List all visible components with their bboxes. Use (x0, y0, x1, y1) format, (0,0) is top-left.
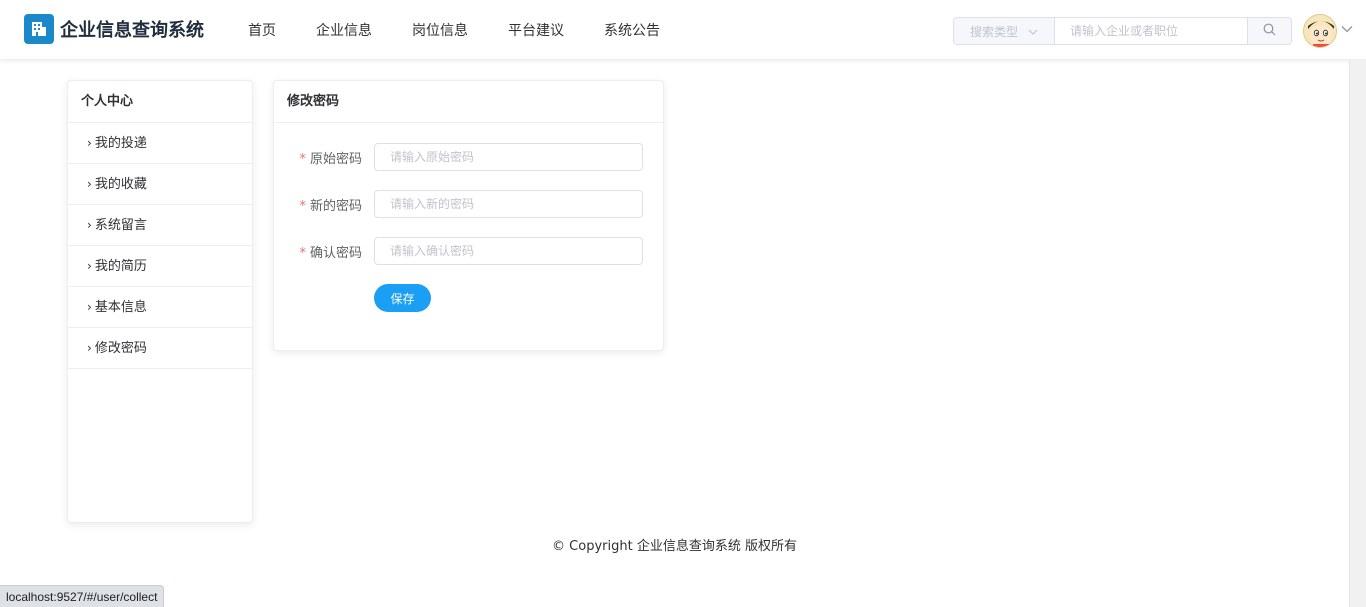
change-password-card: 修改密码 * 原始密码 * 新的密码 * 确认密码 保存 (273, 80, 664, 351)
building-icon (24, 14, 54, 44)
nav-item-companies[interactable]: 企业信息 (316, 20, 372, 40)
avatar-cartoon-icon (1304, 15, 1336, 47)
sidebar-item-favorites[interactable]: › 我的收藏 (68, 164, 252, 205)
confirm-password-field[interactable] (374, 237, 643, 265)
search-button[interactable] (1247, 18, 1291, 44)
sidebar-item-label: 修改密码 (94, 340, 147, 356)
chevron-down-icon (1028, 24, 1038, 38)
status-bar-url: localhost:9527/#/user/collect (0, 585, 165, 607)
sidebar-item-resume[interactable]: › 我的简历 (68, 246, 252, 287)
required-mark: * (299, 198, 306, 214)
nav-item-home[interactable]: 首页 (248, 20, 276, 40)
old-password-label: * 原始密码 (274, 148, 374, 167)
card-title: 修改密码 (274, 81, 663, 123)
nav-item-announcements[interactable]: 系统公告 (604, 20, 660, 40)
chevron-right-icon: › (87, 340, 92, 355)
page-scrollbar[interactable] (1349, 60, 1366, 607)
confirm-password-label: * 确认密码 (274, 242, 374, 261)
search-bar: 搜索类型 (953, 17, 1292, 45)
sidebar-item-label: 我的收藏 (94, 176, 147, 192)
sidebar-item-change-password[interactable]: › 修改密码 (68, 328, 252, 369)
nav-item-jobs[interactable]: 岗位信息 (412, 20, 468, 40)
new-password-field[interactable] (374, 190, 643, 218)
app-title: 企业信息查询系统 (60, 20, 204, 41)
user-menu-chevron-icon[interactable] (1341, 22, 1353, 37)
new-password-label-text: 新的密码 (309, 198, 362, 214)
logo[interactable]: 企业信息查询系统 (24, 14, 204, 44)
chevron-right-icon: › (87, 299, 92, 314)
form-row-new-password: * 新的密码 (274, 190, 643, 218)
chevron-right-icon: › (87, 258, 92, 273)
main-nav: 首页 企业信息 岗位信息 平台建议 系统公告 (248, 0, 700, 60)
sidebar-item-label: 基本信息 (94, 299, 147, 315)
search-input[interactable] (1055, 18, 1247, 44)
required-mark: * (299, 245, 306, 261)
sidebar-item-basic-info[interactable]: › 基本信息 (68, 287, 252, 328)
old-password-field[interactable] (374, 143, 643, 171)
old-password-label-text: 原始密码 (309, 151, 362, 167)
nav-item-suggestions[interactable]: 平台建议 (508, 20, 564, 40)
form-row-old-password: * 原始密码 (274, 143, 643, 171)
footer-copyright: © Copyright 企业信息查询系统 版权所有 (552, 539, 797, 554)
chevron-right-icon: › (87, 176, 92, 191)
search-type-select[interactable]: 搜索类型 (954, 18, 1055, 44)
save-button[interactable]: 保存 (374, 284, 431, 312)
top-header: 企业信息查询系统 首页 企业信息 岗位信息 平台建议 系统公告 搜索类型 (0, 0, 1366, 60)
sidebar-item-messages[interactable]: › 系统留言 (68, 205, 252, 246)
sidebar-item-label: 我的投递 (94, 135, 147, 151)
new-password-label: * 新的密码 (274, 195, 374, 214)
form-row-confirm-password: * 确认密码 (274, 237, 643, 265)
required-mark: * (299, 151, 306, 167)
chevron-right-icon: › (87, 217, 92, 232)
sidebar-item-label: 系统留言 (94, 217, 147, 233)
chevron-right-icon: › (87, 135, 92, 150)
sidebar-item-applications[interactable]: › 我的投递 (68, 123, 252, 164)
search-type-placeholder: 搜索类型 (969, 24, 1018, 39)
sidebar-item-label: 我的简历 (94, 258, 147, 274)
confirm-password-label-text: 确认密码 (309, 245, 362, 261)
user-center-sidebar: 个人中心 › 我的投递 › 我的收藏 › 系统留言 › 我的简历 › 基本信息 … (67, 80, 253, 523)
sidebar-title: 个人中心 (68, 81, 252, 123)
avatar[interactable] (1303, 14, 1337, 48)
search-icon (1263, 23, 1276, 40)
